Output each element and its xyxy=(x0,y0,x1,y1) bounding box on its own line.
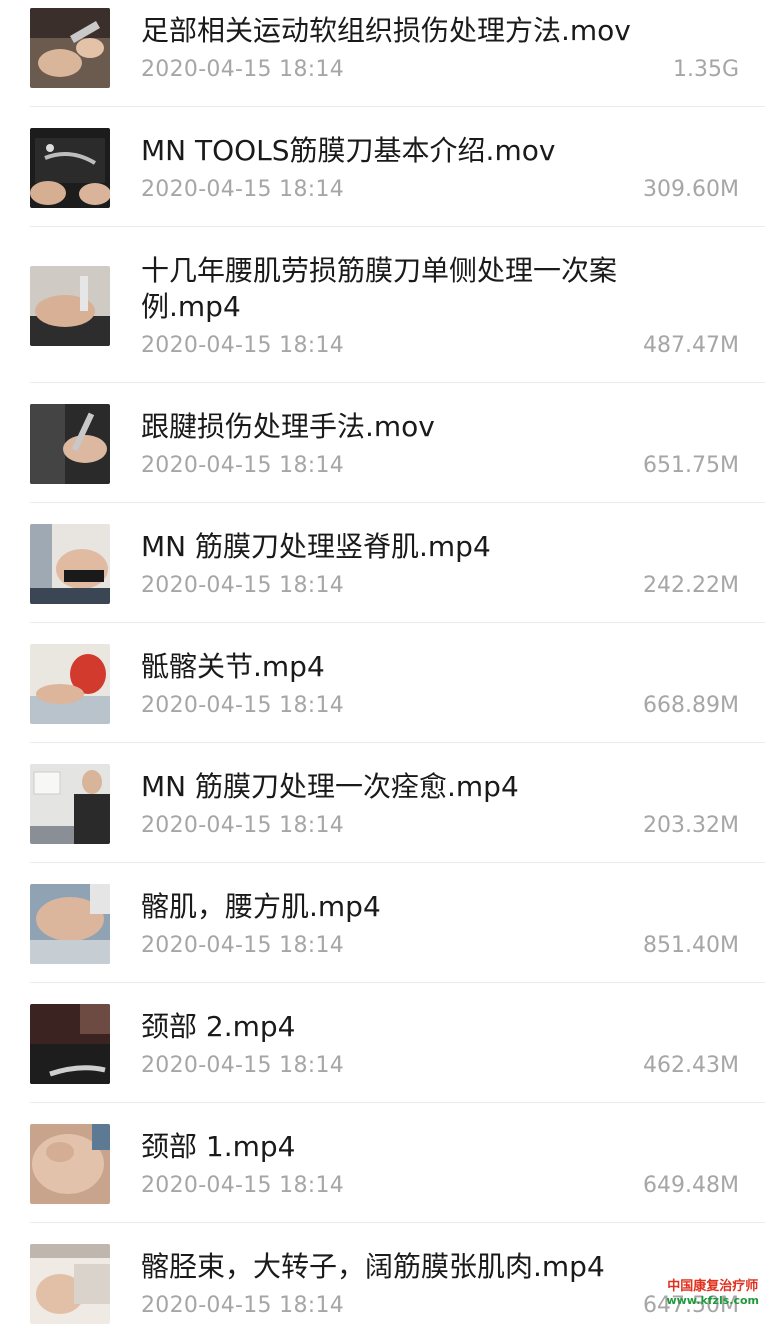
watermark-url-text: www.kfzls.com xyxy=(666,1294,759,1307)
file-name: MN 筋膜刀处理一次痊愈.mp4 xyxy=(141,770,519,803)
divider xyxy=(30,862,765,863)
watermark-cn-text: 中国康复治疗师 xyxy=(667,1279,759,1294)
file-date: 2020-04-15 18:14 xyxy=(141,813,345,838)
video-thumbnail-icon xyxy=(30,524,110,604)
file-row[interactable]: 跟腱损伤处理手法.mov 2020-04-15 18:14 651.75M xyxy=(0,384,765,504)
file-name: 足部相关运动软组织损伤处理方法.mov xyxy=(141,14,631,47)
file-row[interactable]: 髂胫束，大转子，阔筋膜张肌肉.mp4 2020-04-15 18:14 647.… xyxy=(0,1224,765,1324)
video-thumbnail-icon xyxy=(30,8,110,88)
file-size: 851.40M xyxy=(643,933,739,958)
file-name: MN 筋膜刀处理竖脊肌.mp4 xyxy=(141,530,491,563)
file-size: 203.32M xyxy=(643,813,739,838)
file-row[interactable]: 足部相关运动软组织损伤处理方法.mov 2020-04-15 18:14 1.3… xyxy=(0,0,765,108)
file-date: 2020-04-15 18:14 xyxy=(141,1053,345,1078)
file-size: 462.43M xyxy=(643,1053,739,1078)
file-name: 髂肌，腰方肌.mp4 xyxy=(141,890,381,923)
video-thumbnail-icon xyxy=(30,644,110,724)
file-date: 2020-04-15 18:14 xyxy=(141,333,345,358)
divider xyxy=(30,382,765,383)
file-name: 骶髂关节.mp4 xyxy=(141,650,325,683)
divider xyxy=(30,622,765,623)
file-name: MN TOOLS筋膜刀基本介绍.mov xyxy=(141,134,556,167)
divider xyxy=(30,1102,765,1103)
file-name: 十几年腰肌劳损筋膜刀单侧处理一次案例.mp4 xyxy=(141,254,618,323)
file-date: 2020-04-15 18:14 xyxy=(141,57,345,82)
video-thumbnail-icon xyxy=(30,764,110,844)
file-row[interactable]: 颈部 2.mp4 2020-04-15 18:14 462.43M xyxy=(0,984,765,1104)
divider xyxy=(30,502,765,503)
file-name: 颈部 1.mp4 xyxy=(141,1130,296,1163)
file-name: 颈部 2.mp4 xyxy=(141,1010,296,1043)
file-name: 跟腱损伤处理手法.mov xyxy=(141,410,435,443)
divider xyxy=(30,1222,765,1223)
file-row[interactable]: 骶髂关节.mp4 2020-04-15 18:14 668.89M xyxy=(0,624,765,744)
file-size: 487.47M xyxy=(643,333,739,358)
file-date: 2020-04-15 18:14 xyxy=(141,1173,345,1198)
divider xyxy=(30,226,765,227)
video-thumbnail-icon xyxy=(30,1244,110,1324)
video-thumbnail-icon xyxy=(30,1124,110,1204)
file-date: 2020-04-15 18:14 xyxy=(141,453,345,478)
file-date: 2020-04-15 18:14 xyxy=(141,1293,345,1318)
video-thumbnail-icon xyxy=(30,266,110,346)
divider xyxy=(30,742,765,743)
file-row[interactable]: 颈部 1.mp4 2020-04-15 18:14 649.48M xyxy=(0,1104,765,1224)
file-date: 2020-04-15 18:14 xyxy=(141,933,345,958)
file-size: 651.75M xyxy=(643,453,739,478)
file-row[interactable]: 髂肌，腰方肌.mp4 2020-04-15 18:14 851.40M xyxy=(0,864,765,984)
file-size: 649.48M xyxy=(643,1173,739,1198)
divider xyxy=(30,106,765,107)
video-thumbnail-icon xyxy=(30,128,110,208)
file-row[interactable]: MN TOOLS筋膜刀基本介绍.mov 2020-04-15 18:14 309… xyxy=(0,108,765,228)
divider xyxy=(30,982,765,983)
file-date: 2020-04-15 18:14 xyxy=(141,573,345,598)
file-size: 309.60M xyxy=(643,177,739,202)
file-row[interactable]: 十几年腰肌劳损筋膜刀单侧处理一次案例.mp4 2020-04-15 18:14 … xyxy=(0,228,765,384)
file-size: 668.89M xyxy=(643,693,739,718)
file-name: 髂胫束，大转子，阔筋膜张肌肉.mp4 xyxy=(141,1250,605,1283)
file-size: 1.35G xyxy=(672,57,739,82)
video-thumbnail-icon xyxy=(30,404,110,484)
file-date: 2020-04-15 18:14 xyxy=(141,177,345,202)
file-row[interactable]: MN 筋膜刀处理一次痊愈.mp4 2020-04-15 18:14 203.32… xyxy=(0,744,765,864)
video-thumbnail-icon xyxy=(30,1004,110,1084)
video-thumbnail-icon xyxy=(30,884,110,964)
watermark: 中国康复治疗师 www.kfzls.com xyxy=(666,1280,759,1308)
file-row[interactable]: MN 筋膜刀处理竖脊肌.mp4 2020-04-15 18:14 242.22M xyxy=(0,504,765,624)
file-size: 242.22M xyxy=(643,573,739,598)
file-date: 2020-04-15 18:14 xyxy=(141,693,345,718)
